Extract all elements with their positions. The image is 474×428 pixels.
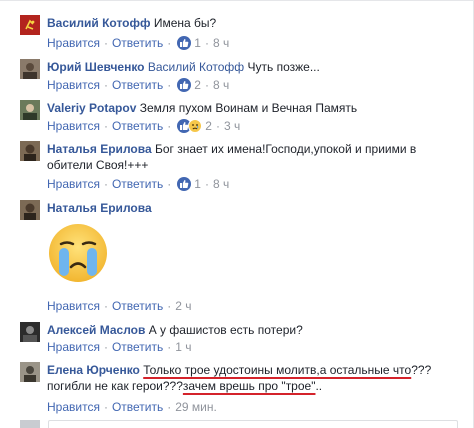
comment-actions: Нравится · Ответить · 29 мин. [47,399,217,415]
comment-body: Василий Котофф Имена бы? [47,15,457,31]
comment-author-link[interactable]: Юрий Шевченко [47,60,145,74]
comment-body: Елена Юрченко Только трое удостоины моли… [47,362,457,394]
like-button[interactable]: Нравится [47,118,100,134]
comment-text: .. [315,379,323,393]
comment-author-link[interactable]: Valeriy Potapov [47,101,136,115]
separator-dot: · [103,177,108,191]
reply-button[interactable]: Ответить [112,298,163,314]
avatar[interactable] [20,322,40,342]
separator-dot: · [215,119,220,133]
comment-timestamp[interactable]: 8 ч [213,77,229,93]
comment-author-link[interactable]: Василий Котофф [47,16,151,30]
reactions-summary[interactable]: 2 [177,77,201,93]
comment-author-link[interactable]: Наталья Ерилова [47,142,152,156]
separator-dot: · [103,36,108,50]
comment-timestamp[interactable]: 1 ч [175,339,191,355]
reaction-count: 2 [194,78,201,92]
like-button[interactable]: Нравится [47,298,100,314]
comment-actions: Нравится · Ответить · 1 ч [47,339,192,355]
reactions-summary[interactable]: 2 [177,118,212,134]
comment-body: Наталья Ерилова [47,200,457,216]
reply-button[interactable]: Ответить [112,176,163,192]
separator-dot: · [167,78,172,92]
comment-timestamp[interactable]: 8 ч [213,176,229,192]
comment-body: Valeriy Potapov Земля пухом Воинам и Веч… [47,100,457,116]
comment-body: Юрий Шевченко Василий Котофф Чуть позже.… [47,59,457,75]
like-button[interactable]: Нравится [47,339,100,355]
comment-author-link[interactable]: Алексей Маслов [47,323,145,337]
comment-actions: Нравится · Ответить · 2 ч [47,298,192,314]
comment-text: А у фашистов есть потери? [148,323,303,337]
reply-button[interactable]: Ответить [112,339,163,355]
reaction-count: 2 [205,119,212,133]
avatar[interactable] [20,200,40,220]
separator-dot: · [167,400,172,414]
separator-dot: · [103,119,108,133]
separator-dot: · [204,78,209,92]
like-button[interactable]: Нравится [47,77,100,93]
separator-dot: · [103,78,108,92]
reply-button[interactable]: Ответить [112,118,163,134]
comment-text-underlined: зачем врешь про "трое" [182,379,316,393]
reply-button[interactable]: Ответить [112,399,163,415]
crying-face-sticker [47,222,109,284]
comment-timestamp[interactable]: 8 ч [213,35,229,51]
comment-text: Имена бы? [153,16,217,30]
like-button[interactable]: Нравится [47,35,100,51]
separator-dot: · [167,299,172,313]
separator-dot: · [204,177,209,191]
separator-dot: · [103,299,108,313]
separator-dot: · [167,177,172,191]
comment-text: Чуть позже... [247,60,320,74]
like-reaction-icon [177,78,192,92]
like-reaction-icon [177,177,192,191]
sad-reaction-icon [188,119,203,133]
separator-dot: · [167,36,172,50]
reaction-count: 1 [194,36,201,50]
separator-dot: · [204,36,209,50]
comment-timestamp[interactable]: 29 мин. [175,399,217,415]
reaction-count: 1 [194,177,201,191]
reactions-summary[interactable]: 1 [177,176,201,192]
comment-author-link[interactable]: Елена Юрченко [47,363,140,377]
avatar [20,420,40,428]
top-divider [0,0,474,1]
like-button[interactable]: Нравится [47,176,100,192]
like-button[interactable]: Нравится [47,399,100,415]
reply-mention-link[interactable]: Василий Котофф [148,60,244,74]
comment-text-underlined: Только трое удостоины молитв,а остальные… [143,363,412,377]
separator-dot: · [103,340,108,354]
comment-body: Алексей Маслов А у фашистов есть потери? [47,322,457,338]
avatar[interactable] [20,59,40,79]
comment-body: Наталья Ерилова Бог знает их имена!Госпо… [47,141,457,173]
comment-text: Земля пухом Воинам и Вечная Память [139,101,358,115]
comment-input-box[interactable] [48,420,458,428]
reactions-summary[interactable]: 1 [177,35,201,51]
avatar[interactable] [20,15,40,35]
comment-author-link[interactable]: Наталья Ерилова [47,201,152,215]
separator-dot: · [103,400,108,414]
comment-actions: Нравится · Ответить · 1 · 8 ч [47,35,229,51]
comment-timestamp[interactable]: 2 ч [175,298,191,314]
separator-dot: · [167,119,172,133]
reply-button[interactable]: Ответить [112,35,163,51]
reply-button[interactable]: Ответить [112,77,163,93]
comment-actions: Нравится · Ответить · 1 · 8 ч [47,176,229,192]
avatar[interactable] [20,362,40,382]
avatar[interactable] [20,100,40,120]
comment-actions: Нравится · Ответить · 2 · 3 ч [47,118,240,134]
comment-timestamp[interactable]: 3 ч [224,118,240,134]
comment-actions: Нравится · Ответить · 2 · 8 ч [47,77,229,93]
like-reaction-icon [177,36,192,50]
separator-dot: · [167,340,172,354]
avatar[interactable] [20,141,40,161]
